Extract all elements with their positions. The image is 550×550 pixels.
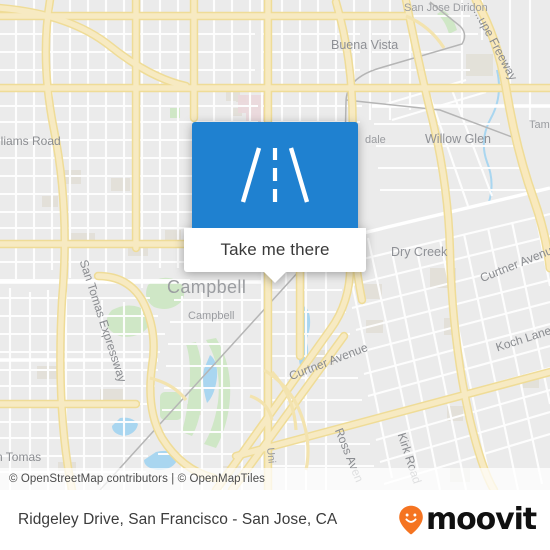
page-title: Ridgeley Drive, San Francisco - San Jose… bbox=[18, 511, 338, 528]
map-attribution: © OpenStreetMap contributors | © OpenMap… bbox=[0, 468, 550, 490]
footer-bar: Ridgeley Drive, San Francisco - San Jose… bbox=[0, 490, 550, 550]
map-view[interactable]: San Jose Diridon ...upe Freeway Buena Vi… bbox=[0, 0, 550, 490]
popup-image-header bbox=[192, 122, 358, 228]
take-me-there-label: Take me there bbox=[220, 240, 330, 259]
moovit-logo[interactable]: moovit bbox=[398, 502, 537, 537]
attribution-text: © OpenStreetMap contributors | © OpenMap… bbox=[9, 473, 266, 485]
popup-pointer bbox=[264, 272, 286, 283]
map-popup-card[interactable]: Take me there bbox=[184, 122, 366, 283]
moovit-wordmark: moovit bbox=[425, 502, 537, 537]
popup-action-bar[interactable]: Take me there bbox=[184, 228, 366, 272]
screenshot-root: San Jose Diridon ...upe Freeway Buena Vi… bbox=[0, 0, 550, 550]
road-icon bbox=[240, 147, 310, 203]
moovit-smiley-pin-icon bbox=[399, 505, 423, 535]
